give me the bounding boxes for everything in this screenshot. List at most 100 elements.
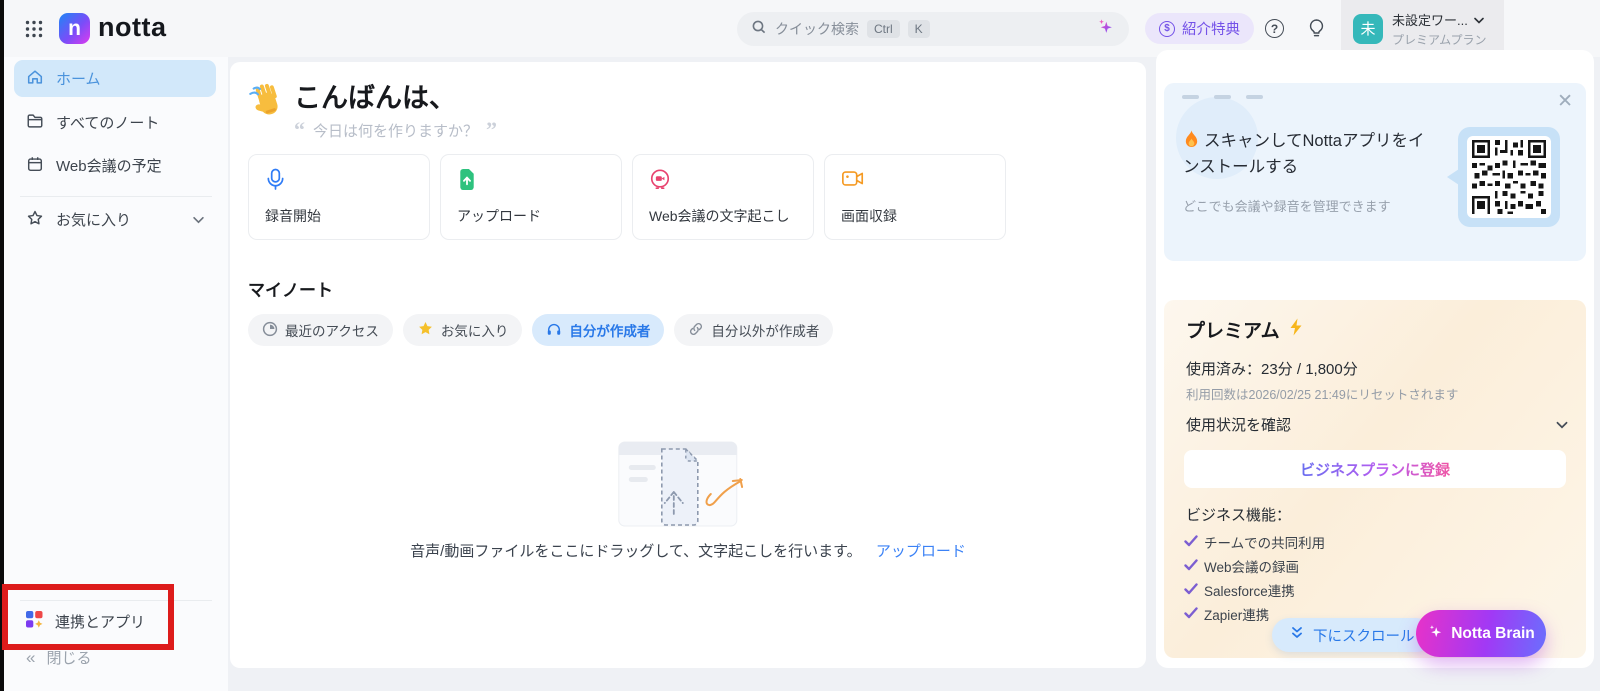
search-input[interactable]: クイック検索 Ctrl K <box>737 12 1129 46</box>
screen-record-button[interactable]: 画面収録 <box>824 154 1006 240</box>
sparkle-icon <box>1427 623 1444 645</box>
sidebar-item-home[interactable]: ホーム <box>14 60 216 97</box>
key-ctrl: Ctrl <box>867 20 900 38</box>
my-notes-title: マイノート <box>248 281 333 300</box>
note-filters: 最近のアクセス お気に入り 自分が作成者 自分以外が作成者 <box>248 314 834 346</box>
usage-label: 使用済み：23分 / 1,800分 <box>1186 361 1358 378</box>
ai-sparkle-icon[interactable] <box>1096 17 1115 41</box>
sidebar-item-label: ホーム <box>56 71 101 88</box>
sidebar-item-label: Web会議の予定 <box>56 158 162 175</box>
filter-created-by-me[interactable]: 自分が作成者 <box>532 314 665 346</box>
sidebar-item-label: 連携とアプリ <box>55 614 146 631</box>
notta-app: n notta クイック検索 Ctrl K $ 紹介特典 ? 未 未設定ワー..… <box>0 0 1600 691</box>
scroll-label: 下にスクロール <box>1313 628 1415 645</box>
sidebar-divider <box>20 600 212 601</box>
brain-label: Notta Brain <box>1451 624 1535 642</box>
workspace-name: 未設定ワー... <box>1392 12 1468 28</box>
calendar-icon <box>26 155 44 177</box>
decorative-dash <box>1246 95 1263 99</box>
upgrade-business-button[interactable]: ビジネスプランに登録 <box>1184 450 1566 488</box>
upgrade-label: ビジネスプランに登録 <box>1299 461 1450 479</box>
feature-item: チームでの共同利用 <box>1184 530 1325 554</box>
decorative-dash <box>1182 95 1199 99</box>
apps-grid-icon <box>26 611 43 632</box>
plan-label: プレミアムプラン <box>1392 32 1487 47</box>
action-label: 録音開始 <box>265 208 321 224</box>
check-icon <box>1184 606 1198 622</box>
filter-favorites[interactable]: お気に入り <box>402 314 523 346</box>
drag-drop-hint: 音声/動画ファイルをここにドラッグして、文字起こしを行います。 <box>410 543 862 560</box>
qr-promo-card: ✕ スキャンしてNottaアプリをインストールする どこでも会議や録音を管理でき… <box>1164 83 1586 261</box>
quote-text: 今日は何を作りますか？ <box>313 122 479 140</box>
star-icon <box>26 209 44 231</box>
collapse-label: 閉じる <box>46 650 92 667</box>
filter-created-by-others[interactable]: 自分以外が作成者 <box>674 314 834 346</box>
screen-record-icon <box>841 168 865 192</box>
action-label: アップロード <box>457 208 541 224</box>
top-bar: n notta クイック検索 Ctrl K $ 紹介特典 ? 未 未設定ワー..… <box>4 0 1600 57</box>
brand-wordmark: notta <box>98 12 167 42</box>
filter-recent[interactable]: 最近のアクセス <box>248 314 393 346</box>
file-upload-icon <box>457 168 477 194</box>
upload-button[interactable]: アップロード <box>440 154 622 240</box>
sidebar-item-favorites[interactable]: お気に入り <box>14 201 216 238</box>
meeting-transcribe-button[interactable]: Web会議の文字起こし <box>632 154 814 240</box>
sidebar-collapse-button[interactable]: « 閉じる <box>26 647 91 668</box>
avatar-initial: 未 <box>1360 21 1376 38</box>
avatar: 未 <box>1353 13 1383 44</box>
notta-logo: n <box>59 13 90 44</box>
sidebar-item-label: お気に入り <box>56 212 132 229</box>
open-quote-icon: “ <box>294 117 305 142</box>
microphone-icon <box>265 168 286 194</box>
greeting-title: こんばんは、 <box>294 83 456 113</box>
sidebar-item-all-notes[interactable]: すべてのノート <box>14 104 216 141</box>
home-icon <box>26 68 44 90</box>
usage-status-toggle[interactable]: 使用状況を確認 <box>1186 414 1568 435</box>
check-icon <box>1184 534 1198 550</box>
check-icon <box>1184 558 1198 574</box>
sidebar-item-integrations[interactable]: 連携とアプリ <box>14 603 216 640</box>
qr-code <box>1447 127 1560 227</box>
sidebar-divider <box>20 196 212 197</box>
wave-hand-icon <box>246 80 292 131</box>
feature-label: Web会議の録画 <box>1204 560 1300 575</box>
decorative-dash <box>1214 95 1231 99</box>
search-placeholder: クイック検索 <box>775 21 859 37</box>
scroll-down-button[interactable]: 下にスクロール <box>1272 618 1433 652</box>
qr-card-title: スキャンしてNottaアプリをインストールする <box>1183 129 1433 180</box>
app-launcher-icon[interactable] <box>25 20 43 38</box>
double-chevron-left-icon: « <box>26 647 36 667</box>
referral-button[interactable]: $ 紹介特典 <box>1145 13 1254 44</box>
filter-label: お気に入り <box>440 324 509 339</box>
feature-label: Zapier連携 <box>1204 608 1270 623</box>
lightning-icon <box>1288 318 1304 342</box>
action-label: 画面収録 <box>841 208 897 224</box>
notta-brain-button[interactable]: Notta Brain <box>1416 610 1546 657</box>
record-start-button[interactable]: 録音開始 <box>248 154 430 240</box>
empty-state-text: 音声/動画ファイルをここにドラッグして、文字起こしを行います。 アップロード <box>230 540 1146 561</box>
qr-card-subtitle: どこでも会議や録音を管理できます <box>1183 199 1391 214</box>
double-chevron-down-icon <box>1290 626 1304 644</box>
feature-label: チームでの共同利用 <box>1204 536 1326 551</box>
chevron-down-icon <box>1556 416 1568 433</box>
filter-label: 自分以外が作成者 <box>711 324 820 339</box>
key-k: K <box>907 20 930 38</box>
folder-icon <box>26 112 44 134</box>
clock-icon <box>262 321 278 340</box>
logo-letter: n <box>68 16 81 40</box>
close-quote-icon: ” <box>486 117 498 142</box>
right-panel: ✕ スキャンしてNottaアプリをインストールする どこでも会議や録音を管理でき… <box>1156 50 1594 668</box>
dollar-coin-icon: $ <box>1159 20 1175 37</box>
whats-new-icon[interactable] <box>1307 18 1326 42</box>
help-icon[interactable]: ? <box>1265 19 1284 38</box>
sidebar-item-meetings[interactable]: Web会議の予定 <box>14 147 216 184</box>
usage-reset-note: 利用回数は2026/02/25 21:49にリセットされます <box>1186 388 1459 402</box>
close-icon[interactable]: ✕ <box>1557 90 1573 113</box>
feature-item: Salesforce連携 <box>1184 578 1325 602</box>
filter-label: 自分が作成者 <box>569 324 651 339</box>
upload-link[interactable]: アップロード <box>876 543 966 560</box>
premium-title-text: プレミアム <box>1186 321 1280 342</box>
workspace-menu[interactable]: 未 未設定ワー... プレミアムプラン <box>1341 0 1504 57</box>
quick-actions: 録音開始 アップロード Web会議の文字起こし 画面収録 <box>248 154 1006 240</box>
sidebar: ホーム すべてのノート Web会議の予定 お気に入り 連携とアプリ « 閉じる <box>4 57 228 691</box>
